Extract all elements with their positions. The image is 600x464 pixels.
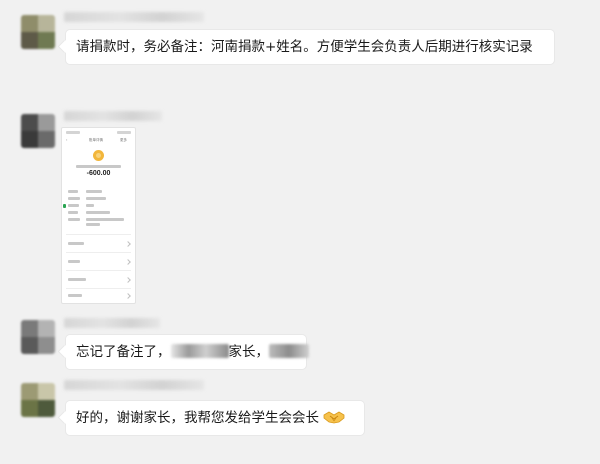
- screenshot-amount: -600.00: [86, 170, 111, 177]
- redacted-name: [269, 344, 309, 358]
- redacted-name: [170, 344, 229, 358]
- handshake-emoji-icon: [323, 411, 345, 424]
- back-icon: ‹: [66, 138, 68, 142]
- coin-icon: [93, 150, 104, 161]
- avatar[interactable]: [21, 114, 55, 148]
- message-bubble[interactable]: 请捐款时，务必备注：河南捐款+姓名。方便学生会负责人后期进行核实记录: [66, 30, 554, 64]
- sender-name: [64, 380, 204, 390]
- sender-name: [64, 111, 162, 121]
- sender-name: [64, 318, 160, 328]
- chevron-right-icon: [125, 241, 131, 247]
- status-dot: [63, 204, 66, 208]
- chevron-right-icon: [125, 277, 131, 283]
- chevron-right-icon: [125, 293, 131, 299]
- avatar[interactable]: [21, 320, 55, 354]
- sender-name: [64, 12, 204, 22]
- avatar[interactable]: [21, 383, 55, 417]
- payment-screenshot-image[interactable]: ‹ 账单详情 更多 -600.00: [61, 127, 136, 304]
- screenshot-header-more: 更多: [120, 138, 127, 142]
- chevron-right-icon: [125, 259, 131, 265]
- message-text: 请捐款时，务必备注：河南捐款+姓名。方便学生会负责人后期进行核实记录: [76, 39, 533, 55]
- message-text: 家长，: [228, 344, 270, 360]
- message-text: 好的，谢谢家长，我帮您发给学生会会长: [76, 410, 319, 426]
- screenshot-header-title: 账单详情: [89, 138, 103, 142]
- message-bubble[interactable]: 好的，谢谢家长，我帮您发给学生会会长: [66, 401, 364, 435]
- avatar[interactable]: [21, 15, 55, 49]
- message-text: 忘记了备注了，: [76, 344, 171, 360]
- message-bubble[interactable]: 忘记了备注了， 家长，: [66, 335, 309, 369]
- chat-window: 请捐款时，务必备注：河南捐款+姓名。方便学生会负责人后期进行核实记录 ‹ 账单详…: [0, 0, 600, 464]
